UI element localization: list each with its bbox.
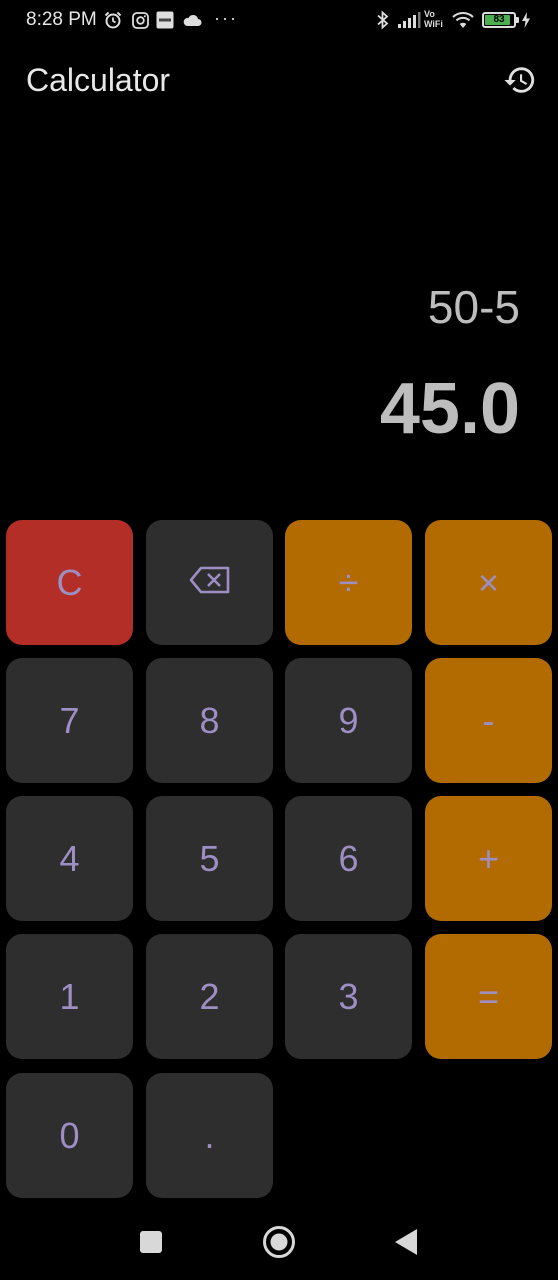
backspace-button[interactable] <box>146 520 273 645</box>
digit-1-button[interactable]: 1 <box>6 934 133 1059</box>
wifi-icon <box>450 10 476 30</box>
history-button[interactable] <box>500 62 540 102</box>
digit-3-button[interactable]: 3 <box>285 934 412 1059</box>
clear-button[interactable]: C <box>6 520 133 645</box>
status-bar: 8:28 PM ··· Vo WiFi 83 <box>0 0 558 42</box>
home-circle-icon <box>262 1225 296 1264</box>
back-button[interactable] <box>388 1226 424 1262</box>
more-dots-icon: ··· <box>214 8 238 28</box>
add-button[interactable]: + <box>425 796 552 921</box>
home-button[interactable] <box>261 1225 297 1264</box>
digit-8-button[interactable]: 8 <box>146 658 273 783</box>
battery-level: 83 <box>493 14 505 25</box>
backspace-icon <box>189 562 231 604</box>
bluetooth-icon <box>374 10 392 30</box>
status-time: 8:28 PM <box>26 9 97 30</box>
digit-4-button[interactable]: 4 <box>6 796 133 921</box>
keypad: C ÷ × 7 8 9 - 4 5 6 + 1 2 3 = 0 . <box>6 520 552 1200</box>
cloud-icon <box>181 10 203 30</box>
charging-icon <box>520 10 532 30</box>
navigation-bar <box>0 1210 558 1280</box>
tinnet-icon <box>155 10 175 30</box>
history-icon <box>503 63 537 102</box>
app-title: Calculator <box>26 62 171 98</box>
digit-0-button[interactable]: 0 <box>6 1073 133 1198</box>
digit-2-button[interactable]: 2 <box>146 934 273 1059</box>
vowifi-icon: Vo WiFi <box>424 9 443 29</box>
recents-square-icon <box>139 1230 163 1259</box>
subtract-button[interactable]: - <box>425 658 552 783</box>
equals-button[interactable]: = <box>425 934 552 1059</box>
alarm-icon <box>102 10 124 30</box>
decimal-point-button[interactable]: . <box>146 1073 273 1198</box>
instagram-icon <box>130 10 150 30</box>
digit-6-button[interactable]: 6 <box>285 796 412 921</box>
battery-icon: 83 <box>482 12 519 28</box>
divide-button[interactable]: ÷ <box>285 520 412 645</box>
signal-icon <box>396 10 422 30</box>
digit-5-button[interactable]: 5 <box>146 796 273 921</box>
digit-7-button[interactable]: 7 <box>6 658 133 783</box>
back-triangle-icon <box>393 1228 419 1261</box>
multiply-button[interactable]: × <box>425 520 552 645</box>
digit-9-button[interactable]: 9 <box>285 658 412 783</box>
expression-display: 50-5 <box>427 281 520 333</box>
result-display: 45.0 <box>379 369 520 449</box>
recents-button[interactable] <box>133 1226 169 1262</box>
